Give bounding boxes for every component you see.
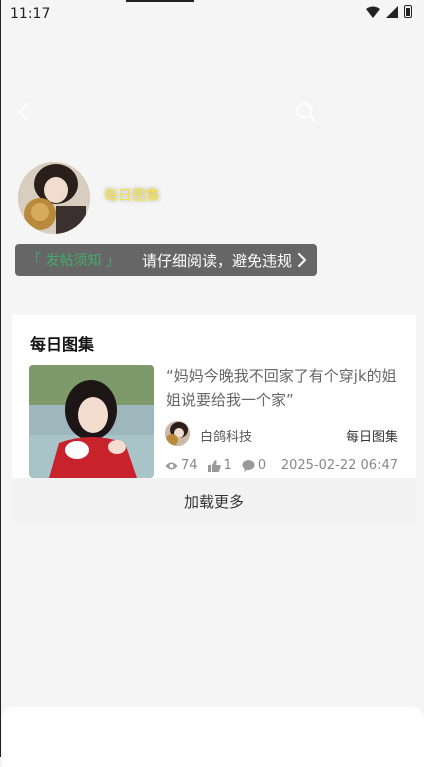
likes-count: 1 [223,458,232,473]
notice-text: 请仔细阅读，避免违规 [142,252,293,270]
load-more-button[interactable]: 加载更多 [12,478,416,524]
chevron-right-icon [298,253,306,267]
signal-icon [386,5,398,18]
comments-stat[interactable]: 0 [242,458,266,473]
post-title[interactable]: “妈妈今晚我不回家了有个穿jk的姐姐说要给我一个家” [166,364,400,412]
post-date: 2025-02-22 06:47 [280,458,398,473]
avatar-image [18,162,90,234]
status-icons [366,5,412,18]
comments-icon [242,459,255,472]
author-avatar-image [165,421,190,446]
back-icon[interactable] [12,100,36,124]
profile-avatar[interactable] [18,162,90,234]
wifi-icon [366,6,380,18]
card-title: 每日图集 [30,335,95,354]
views-icon [165,462,178,469]
notice-bar[interactable]: 「 发帖须知 」 请仔细阅读，避免违规 [15,244,317,276]
likes-stat[interactable]: 1 [207,458,232,473]
status-bar: 11:17 [0,0,424,28]
battery-icon [404,5,412,18]
views-stat: 74 [165,458,198,473]
likes-icon [207,459,221,472]
search-icon[interactable] [294,100,318,124]
post-category[interactable]: 每日图集 [346,426,398,445]
views-count: 74 [181,458,198,473]
screen-edge [0,0,1,757]
thumbnail-image [29,365,154,478]
notice-tag: 「 发帖须知 」 [27,253,120,269]
profile-name[interactable]: 每日图集 [104,185,160,205]
comments-count: 0 [257,458,267,473]
post-stats: 74 1 0 [165,458,276,473]
status-time: 11:17 [10,6,51,22]
bottom-panel [2,707,424,767]
author-avatar[interactable] [165,421,190,446]
author-name[interactable]: 白鸽科技 [200,426,252,445]
post-thumbnail[interactable] [29,365,154,478]
